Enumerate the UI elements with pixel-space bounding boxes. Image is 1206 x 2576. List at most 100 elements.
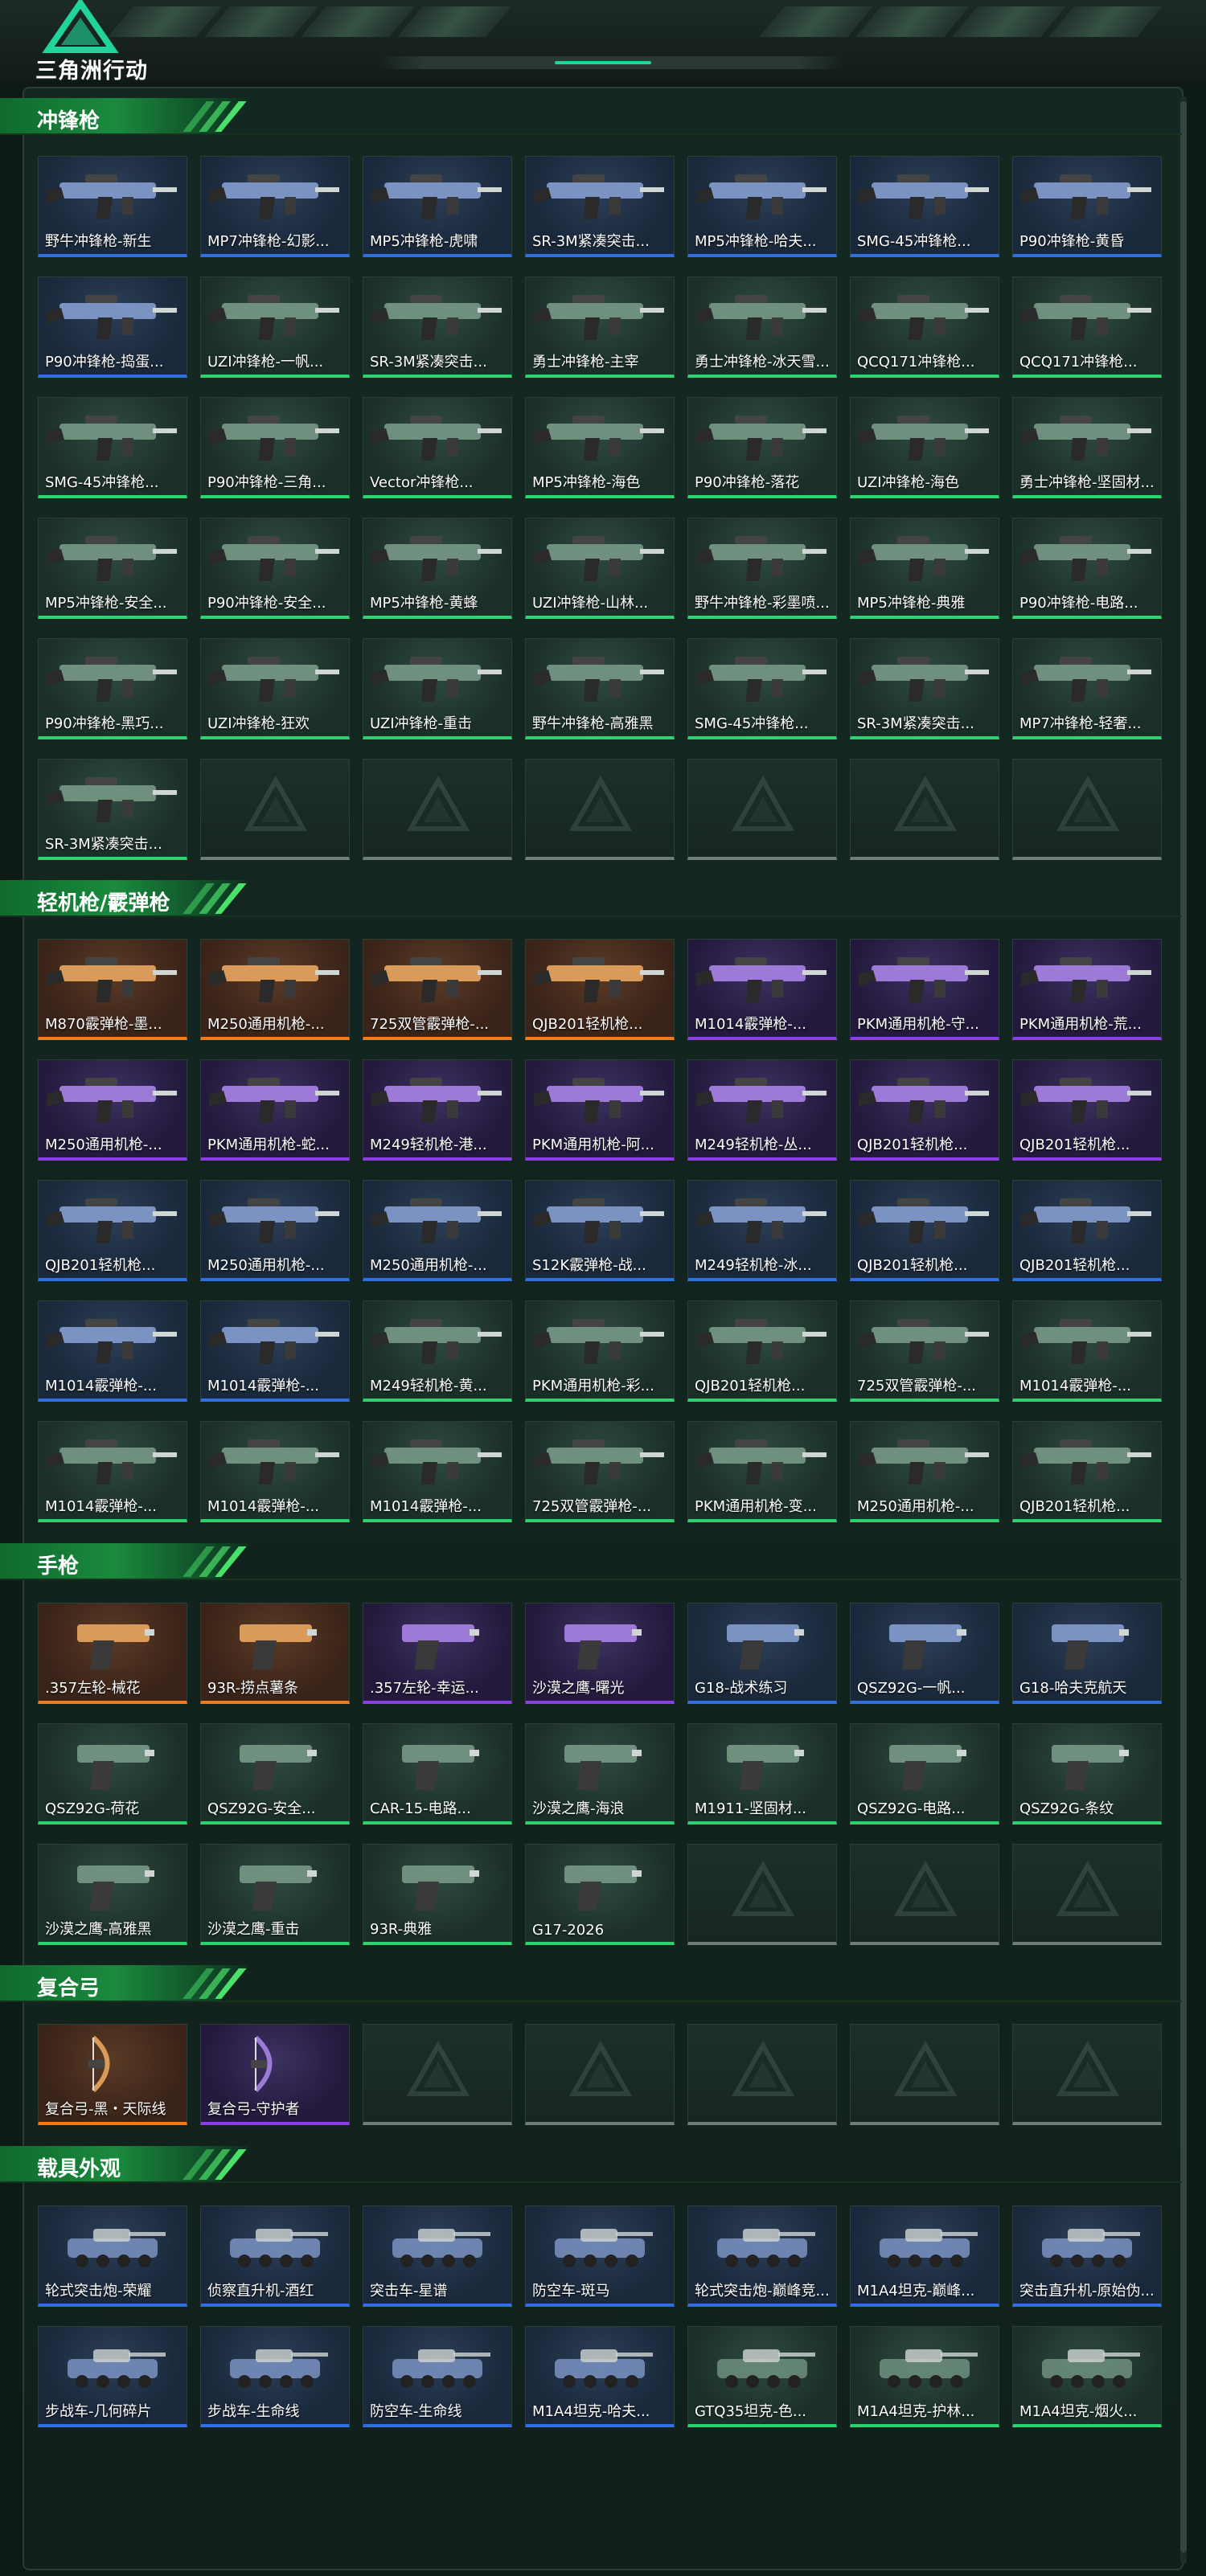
skin-card[interactable]: 沙漠之鹰-曙光 [525,1603,675,1704]
skin-card[interactable]: MP5冲锋枪-安全... [38,518,187,619]
skin-card[interactable]: P90冲锋枪-黄昏 [1012,156,1162,257]
skin-card[interactable]: P90冲锋枪-落花 [687,397,837,498]
skin-card[interactable]: G18-哈夫克航天 [1012,1603,1162,1704]
scrollbar-thumb[interactable] [1180,101,1187,2553]
skin-card[interactable]: P90冲锋枪-电路... [1012,518,1162,619]
skin-card[interactable]: PKM通用机枪-蛇... [200,1059,350,1161]
skin-card[interactable]: QJB201轻机枪... [687,1300,837,1402]
scrollbar[interactable] [1180,96,1187,2564]
skin-card[interactable]: P90冲锋枪-三角... [200,397,350,498]
skin-card[interactable]: QSZ92G-一帆... [850,1603,999,1704]
skin-card[interactable]: 93R-典雅 [363,1844,512,1945]
skin-card[interactable]: M250通用机枪-... [200,939,350,1040]
skin-card[interactable]: MP7冲锋枪-幻影... [200,156,350,257]
skin-card[interactable]: .357左轮-幸运... [363,1603,512,1704]
skin-card[interactable]: M1014霰弹枪-... [38,1300,187,1402]
skin-card[interactable]: 突击直升机-原始伪... [1012,2205,1162,2307]
skin-card[interactable]: SR-3M紧凑突击... [850,638,999,739]
skin-card[interactable]: CAR-15-电路... [363,1723,512,1824]
skin-card[interactable]: M1911-坚固材... [687,1723,837,1824]
skin-card[interactable]: MP5冲锋枪-黄蜂 [363,518,512,619]
skin-card[interactable]: M1014霰弹枪-... [200,1421,350,1522]
skin-card[interactable]: SMG-45冲锋枪... [850,156,999,257]
skin-card[interactable]: G17-2026 [525,1844,675,1945]
skin-card[interactable]: M1014霰弹枪-... [38,1421,187,1522]
skin-card[interactable]: 勇士冲锋枪-冰天雪... [687,276,837,378]
skin-card[interactable]: P90冲锋枪-安全... [200,518,350,619]
skin-card[interactable]: UZI冲锋枪-山林... [525,518,675,619]
skin-card[interactable]: MP5冲锋枪-虎啸 [363,156,512,257]
skin-card[interactable]: .357左轮-械花 [38,1603,187,1704]
skin-card[interactable]: 野牛冲锋枪-彩墨喷... [687,518,837,619]
skin-card[interactable]: P90冲锋枪-捣蛋... [38,276,187,378]
skin-card[interactable]: 轮式突击炮-荣耀 [38,2205,187,2307]
skin-card[interactable]: QJB201轻机枪... [850,1180,999,1281]
skin-card[interactable]: PKM通用机枪-彩... [525,1300,675,1402]
skin-card[interactable]: QCQ171冲锋枪... [1012,276,1162,378]
skin-card[interactable]: M1A4坦克-烟火... [1012,2326,1162,2427]
skin-card[interactable]: 沙漠之鹰-海浪 [525,1723,675,1824]
skin-card[interactable]: QJB201轻机枪... [850,1059,999,1161]
skin-card[interactable]: QJB201轻机枪... [1012,1059,1162,1161]
skin-card[interactable]: 侦察直升机-酒红 [200,2205,350,2307]
skin-card[interactable]: M1A4坦克-哈夫... [525,2326,675,2427]
skin-card[interactable]: M250通用机枪-... [363,1180,512,1281]
skin-card[interactable]: M249轻机枪-丛... [687,1059,837,1161]
skin-card[interactable]: M1A4坦克-巅峰... [850,2205,999,2307]
skin-card[interactable]: PKM通用机枪-荒... [1012,939,1162,1040]
skin-card[interactable]: MP5冲锋枪-哈夫... [687,156,837,257]
skin-card[interactable]: 725双管霰弹枪-... [525,1421,675,1522]
skin-card[interactable]: M249轻机枪-黄... [363,1300,512,1402]
skin-card[interactable]: MP5冲锋枪-海色 [525,397,675,498]
skin-card[interactable]: 野牛冲锋枪-高雅黑 [525,638,675,739]
skin-card[interactable]: SMG-45冲锋枪... [687,638,837,739]
skin-card[interactable]: P90冲锋枪-黑巧... [38,638,187,739]
skin-card[interactable]: M870霰弹枪-墨... [38,939,187,1040]
skin-card[interactable]: 步战车-生命线 [200,2326,350,2427]
skin-card[interactable]: QJB201轻机枪... [525,939,675,1040]
skin-card[interactable]: 93R-捞点薯条 [200,1603,350,1704]
skin-card[interactable]: M1014霰弹枪-... [1012,1300,1162,1402]
skin-card[interactable]: Vector冲锋枪... [363,397,512,498]
skin-card[interactable]: M1014霰弹枪-... [363,1421,512,1522]
skin-card[interactable]: 勇士冲锋枪-坚固材... [1012,397,1162,498]
skin-card[interactable]: M1014霰弹枪-... [200,1300,350,1402]
skin-card[interactable]: 防空车-斑马 [525,2205,675,2307]
skin-card[interactable]: 复合弓-黑・天际线 [38,2024,187,2125]
skin-card[interactable]: 725双管霰弹枪-... [850,1300,999,1402]
skin-card[interactable]: UZI冲锋枪-一帆... [200,276,350,378]
skin-card[interactable]: M1014霰弹枪-... [687,939,837,1040]
skin-card[interactable]: S12K霰弹枪-战... [525,1180,675,1281]
skin-card[interactable]: 突击车-星谱 [363,2205,512,2307]
skin-card[interactable]: QJB201轻机枪... [1012,1180,1162,1281]
skin-card[interactable]: 野牛冲锋枪-新生 [38,156,187,257]
skin-card[interactable]: PKM通用机枪-守... [850,939,999,1040]
skin-card[interactable]: UZI冲锋枪-海色 [850,397,999,498]
skin-card[interactable]: M250通用机枪-... [38,1059,187,1161]
skin-card[interactable]: QSZ92G-条纹 [1012,1723,1162,1824]
skin-card[interactable]: QSZ92G-电路... [850,1723,999,1824]
skin-card[interactable]: SR-3M紧凑突击... [363,276,512,378]
skin-card[interactable]: 沙漠之鹰-重击 [200,1844,350,1945]
skin-card[interactable]: M250通用机枪-... [850,1421,999,1522]
skin-card[interactable]: 沙漠之鹰-高雅黑 [38,1844,187,1945]
skin-card[interactable]: QJB201轻机枪... [1012,1421,1162,1522]
skin-card[interactable]: 复合弓-守护者 [200,2024,350,2125]
skin-card[interactable]: 725双管霰弹枪-... [363,939,512,1040]
skin-card[interactable]: M250通用机枪-... [200,1180,350,1281]
skin-card[interactable]: MP7冲锋枪-轻奢... [1012,638,1162,739]
skin-card[interactable]: PKM通用机枪-变... [687,1421,837,1522]
skin-card[interactable]: UZI冲锋枪-重击 [363,638,512,739]
skin-card[interactable]: SR-3M紧凑突击... [38,759,187,860]
skin-card[interactable]: SMG-45冲锋枪... [38,397,187,498]
skin-card[interactable]: UZI冲锋枪-狂欢 [200,638,350,739]
skin-card[interactable]: GTQ35坦克-色... [687,2326,837,2427]
skin-card[interactable]: 勇士冲锋枪-主宰 [525,276,675,378]
skin-card[interactable]: MP5冲锋枪-典雅 [850,518,999,619]
skin-card[interactable]: M249轻机枪-港... [363,1059,512,1161]
skin-card[interactable]: G18-战术练习 [687,1603,837,1704]
skin-card[interactable]: QSZ92G-荷花 [38,1723,187,1824]
skin-card[interactable]: M249轻机枪-冰... [687,1180,837,1281]
skin-card[interactable]: PKM通用机枪-阿... [525,1059,675,1161]
skin-card[interactable]: 步战车-几何碎片 [38,2326,187,2427]
